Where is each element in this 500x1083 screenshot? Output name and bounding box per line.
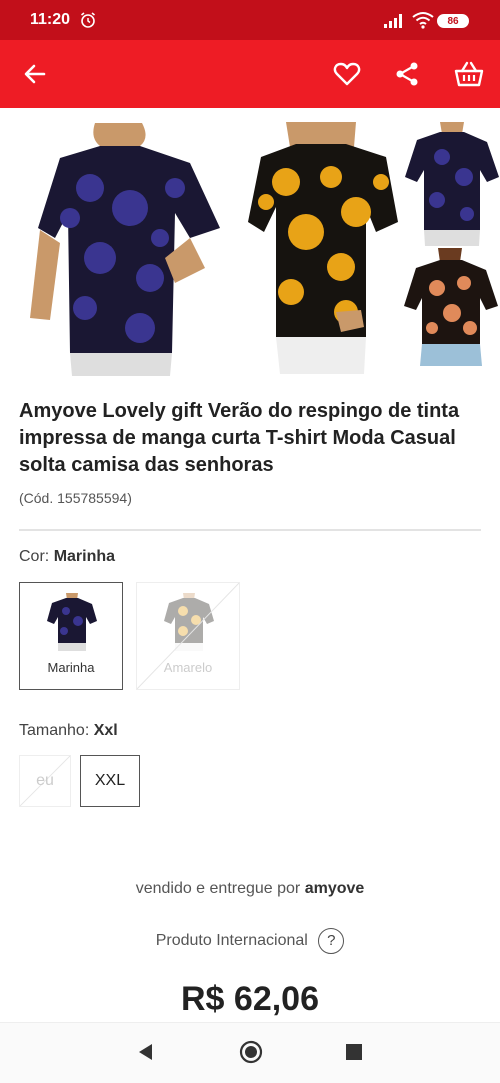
color-label-text: Cor: [19,548,50,565]
product-code: (Cód. 155785594) [19,490,132,506]
nav-recents-icon[interactable] [346,1044,362,1065]
alarm-icon [79,11,97,34]
divider [19,529,481,531]
color-option-amarelo[interactable]: Amarelo [136,582,240,690]
wifi-icon [412,11,434,34]
international-label: Produto Internacional [155,932,308,950]
color-label: Cor: Marinha [19,548,115,566]
product-title: Amyove Lovely gift Verão do respingo de … [19,400,460,476]
share-icon[interactable] [390,57,424,91]
product-gallery[interactable] [0,118,500,378]
nav-back-icon[interactable] [136,1042,154,1067]
international-product: Produto Internacional ? [0,928,500,954]
basket-icon[interactable] [452,57,486,91]
size-label: Tamanho: Xxl [19,722,118,740]
battery-indicator: 86 [437,14,469,28]
size-option-label: eu [36,772,54,789]
back-arrow-icon[interactable] [18,57,52,91]
heart-icon[interactable] [330,57,364,91]
color-selected-value: Marinha [53,548,116,565]
color-option-marinha[interactable]: Marinha [19,582,123,690]
app-bar [0,40,500,108]
size-option-eu[interactable]: eu [19,755,71,807]
seller-name: amyove [304,880,365,897]
color-option-label: Marinha [47,660,95,675]
product-image-navy[interactable] [0,118,240,376]
status-bar: 11:20 86 [0,0,500,40]
product-image-yellow[interactable] [246,122,398,374]
size-option-xxl[interactable]: XXL [80,755,140,807]
color-swatch-navy-image [47,593,97,651]
status-time: 11:20 [30,11,71,28]
help-icon[interactable]: ? [318,928,345,954]
seller-prefix: vendido e entregue por [135,880,301,897]
color-option-label: Amarelo [163,660,213,675]
product-thumbnail-navy[interactable] [402,122,500,246]
product-price: R$ 62,06 [181,980,319,1018]
size-selected-value: Xxl [93,722,118,739]
size-option-label: XXL [94,772,126,789]
seller-info: vendido e entregue por amyove [0,880,500,898]
size-label-text: Tamanho: [19,722,90,739]
nav-home-icon[interactable] [239,1040,263,1069]
signal-icon [384,14,406,33]
system-navigation-bar [0,1022,500,1083]
product-thumbnail-orange[interactable] [402,248,500,372]
